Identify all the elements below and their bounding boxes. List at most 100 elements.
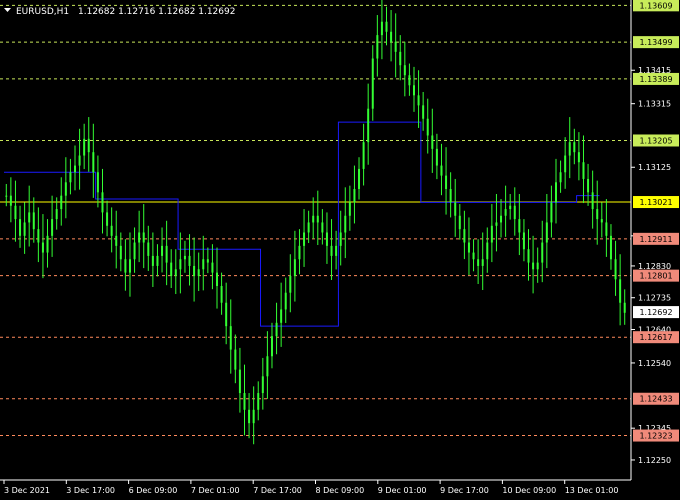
candle-body: [500, 215, 503, 223]
time-tick-label: 7 Dec 17:00: [253, 486, 302, 495]
candle-body: [600, 219, 603, 223]
candle-body: [202, 259, 205, 270]
candle-body: [321, 222, 324, 233]
current-level-badge: 1.13021: [639, 198, 672, 207]
candle-body: [495, 222, 498, 226]
candle-body: [23, 222, 26, 236]
candle-body: [367, 108, 370, 143]
candle-body: [115, 235, 118, 246]
candle-body: [536, 262, 539, 270]
time-tick-label: 6 Dec 09:00: [129, 486, 178, 495]
candle-body: [174, 269, 177, 276]
candle-body: [119, 245, 122, 260]
resistance-level-badge: 1.13205: [639, 136, 672, 145]
price-tick-label: 1.12830: [638, 262, 671, 271]
price-chart[interactable]: 1.134151.133151.131251.129201.128301.127…: [0, 0, 680, 500]
candle-body: [156, 255, 159, 266]
candle-body: [188, 255, 191, 266]
time-tick-label: 10 Dec 09:00: [502, 486, 556, 495]
candle-body: [348, 202, 351, 216]
candle-body: [399, 51, 402, 66]
price-tick-label: 1.13315: [638, 100, 671, 109]
candle-body: [165, 245, 168, 263]
candle-body: [449, 188, 452, 203]
candle-body: [330, 245, 333, 256]
candle-body: [463, 229, 466, 243]
candle-body: [614, 259, 617, 280]
candle-body: [518, 219, 521, 233]
candle-body: [325, 232, 328, 246]
candle-body: [431, 135, 434, 149]
price-tick-label: 1.12540: [638, 359, 671, 368]
candle-body: [532, 262, 535, 270]
candle-body: [467, 242, 470, 253]
candle-body: [124, 259, 127, 273]
candle-body: [261, 376, 264, 394]
candle-body: [211, 262, 214, 273]
candle-body: [284, 292, 287, 310]
chart-background: [0, 0, 680, 500]
candle-body: [14, 205, 17, 220]
candle-body: [619, 279, 622, 303]
candle-body: [385, 21, 388, 32]
candle-body: [197, 269, 200, 276]
candle-body: [550, 202, 553, 223]
time-tick-label: 3 Dec 2021: [4, 486, 50, 495]
candle-body: [527, 249, 530, 263]
candle-body: [96, 172, 99, 193]
candle-body: [568, 142, 571, 156]
candle-body: [289, 275, 292, 293]
candle-body: [486, 242, 489, 260]
candle-body: [216, 272, 219, 287]
candle-body: [9, 195, 12, 206]
candle-body: [293, 259, 296, 276]
ohlc-label: 1.12682 1.12716 1.12682 1.12692: [78, 7, 235, 17]
candle-body: [545, 222, 548, 243]
candle-body: [64, 182, 67, 196]
candle-body: [101, 192, 104, 213]
candle-body: [582, 162, 585, 179]
time-tick-label: 7 Dec 01:00: [191, 486, 240, 495]
candle-body: [92, 152, 95, 173]
candle-body: [128, 259, 131, 273]
time-tick-label: 13 Dec 01:00: [565, 486, 619, 495]
candle-body: [257, 393, 260, 410]
candle-body: [513, 205, 516, 220]
candle-body: [358, 168, 361, 189]
candle-body: [19, 219, 22, 236]
candle-body: [5, 195, 8, 197]
candle-body: [335, 245, 338, 256]
price-tick-label: 1.13125: [638, 163, 671, 172]
candle-body: [559, 172, 562, 183]
candle-body: [376, 35, 379, 59]
candle-body: [170, 262, 173, 276]
support-level-badge: 1.12323: [639, 432, 672, 441]
resistance-level-badge: 1.13389: [639, 75, 672, 84]
candle-body: [522, 232, 525, 250]
candle-body: [252, 409, 255, 424]
candle-body: [554, 182, 557, 203]
price-tick-label: 1.12735: [638, 294, 671, 303]
candle-body: [238, 369, 241, 394]
candle-body: [445, 175, 448, 189]
candle-body: [161, 245, 164, 256]
candle-body: [151, 255, 154, 266]
candle-body: [573, 142, 576, 153]
price-tick-label: 1.12250: [638, 456, 671, 465]
resistance-level-badge: 1.13609: [639, 1, 672, 10]
candle-body: [307, 222, 310, 233]
candle-body: [138, 232, 141, 243]
candle-body: [37, 229, 40, 243]
candle-body: [596, 209, 599, 220]
candle-body: [458, 215, 461, 230]
time-tick-label: 3 Dec 17:00: [66, 486, 115, 495]
candle-body: [183, 255, 186, 260]
candle-body: [51, 219, 54, 236]
candle-body: [440, 165, 443, 176]
candle-body: [472, 252, 475, 260]
candle-body: [60, 195, 63, 210]
candle-body: [106, 212, 109, 226]
candle-body: [504, 209, 507, 216]
candle-body: [74, 165, 77, 173]
candle-body: [303, 232, 306, 246]
